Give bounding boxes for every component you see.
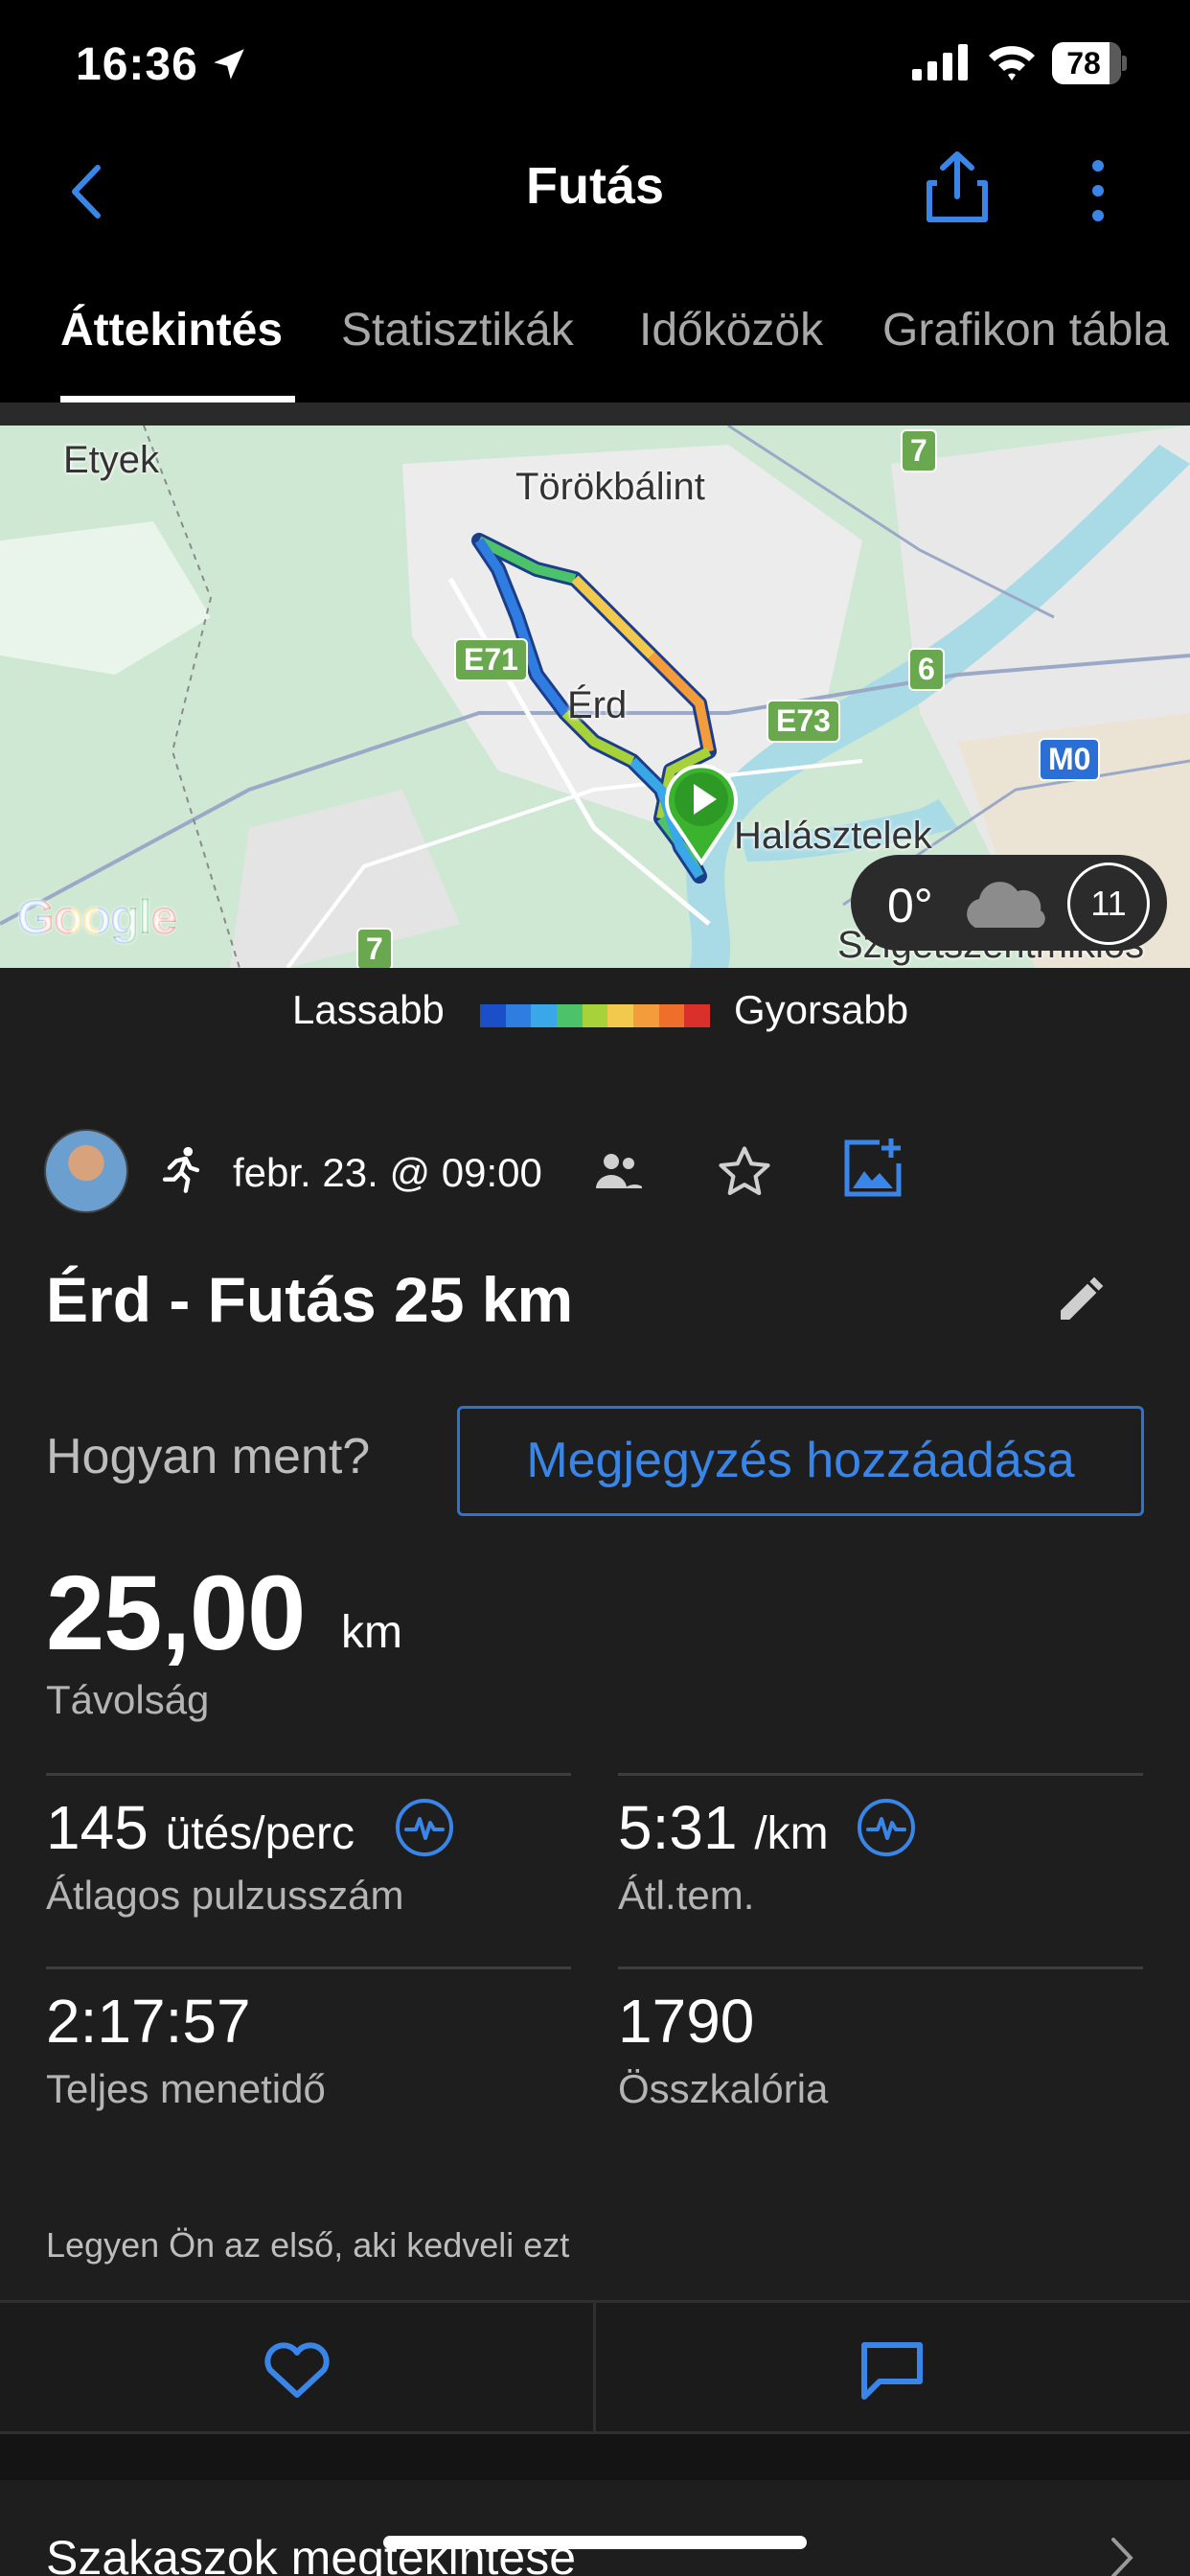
avg-pace-stat: 5:31 /km — [618, 1792, 829, 1863]
distance-label: Távolság — [46, 1677, 210, 1722]
tab-intervals[interactable]: Időközök — [639, 304, 823, 356]
map-place-label: Érd — [567, 684, 628, 726]
avg-hr-value: 145 — [46, 1793, 149, 1862]
map-place-label: Törökbálint — [515, 466, 705, 508]
avg-hr-label: Átlagos pulzusszám — [46, 1873, 404, 1918]
pace-fast-label: Gyorsabb — [734, 987, 909, 1032]
people-icon[interactable] — [592, 1150, 644, 1192]
road-shield: E71 — [454, 638, 528, 681]
weather-temperature: 0° — [887, 879, 933, 932]
status-bar: 16:36 78 — [0, 0, 1190, 129]
like-heart-icon[interactable] — [259, 2341, 335, 2399]
page-title: Futás — [525, 157, 665, 215]
divider — [618, 1773, 1143, 1776]
distance-unit: km — [341, 1607, 402, 1658]
pace-gradient-bar — [480, 1004, 711, 1027]
share-button[interactable] — [924, 149, 991, 225]
home-indicator — [383, 2536, 807, 2549]
view-segments-row[interactable]: Szakaszok megtekintése — [0, 2480, 1190, 2576]
pace-color-swatch — [684, 1004, 711, 1027]
location-arrow-icon — [214, 49, 244, 80]
pace-color-swatch — [658, 1004, 685, 1027]
chevron-right-icon — [1111, 2538, 1133, 2576]
pace-color-swatch — [505, 1004, 532, 1027]
weather-badge: 0° 11 — [851, 855, 1167, 951]
status-time: 16:36 — [76, 39, 198, 90]
wind-indicator-icon: 11 — [1067, 862, 1150, 945]
cloud-icon — [967, 882, 1045, 928]
wifi-icon — [989, 46, 1035, 80]
avatar[interactable] — [44, 1129, 128, 1213]
wind-speed: 11 — [1090, 884, 1127, 923]
google-attribution: Google — [17, 890, 177, 944]
avg-hr-unit: ütés/perc — [165, 1808, 355, 1859]
distance-value: 25,00 — [46, 1554, 306, 1672]
activity-title: Érd - Futás 25 km — [46, 1264, 574, 1335]
pace-color-swatch — [480, 1004, 506, 1027]
avg-pace-label: Átl.tem. — [618, 1873, 755, 1918]
road-shield: 7 — [901, 429, 937, 472]
pace-legend: Lassabb Gyorsabb — [0, 968, 1190, 1054]
pace-color-swatch — [633, 1004, 659, 1027]
more-options-button[interactable] — [1077, 154, 1119, 227]
comment-icon[interactable] — [858, 2339, 926, 2401]
divider — [46, 1773, 571, 1776]
pace-color-swatch — [582, 1004, 608, 1027]
pace-color-swatch — [557, 1004, 583, 1027]
road-shield: 6 — [908, 648, 945, 691]
add-note-button[interactable]: Megjegyzés hozzáadása — [457, 1406, 1144, 1516]
like-prompt: Legyen Ön az első, aki kedveli ezt — [46, 2225, 570, 2265]
pace-color-swatch — [607, 1004, 634, 1027]
avg-hr-stat: 145 ütés/perc — [46, 1792, 355, 1863]
divider — [593, 2303, 596, 2431]
battery-level: 78 — [1066, 46, 1101, 80]
social-action-bar — [0, 2300, 1190, 2434]
add-photo-icon[interactable] — [841, 1137, 904, 1200]
tab-statistics[interactable]: Statisztikák — [341, 304, 574, 356]
start-marker-icon — [665, 764, 738, 866]
active-tab-indicator — [60, 396, 295, 402]
divider — [618, 1966, 1143, 1969]
activity-date: febr. 23. @ 09:00 — [233, 1150, 542, 1195]
pace-color-swatch — [531, 1004, 558, 1027]
calories-label: Összkalória — [618, 2066, 829, 2111]
section-gap — [0, 2434, 1190, 2480]
pace-slow-label: Lassabb — [292, 987, 445, 1032]
divider — [46, 1966, 571, 1969]
running-icon — [162, 1146, 200, 1193]
total-time-label: Teljes menetidő — [46, 2066, 326, 2111]
road-shield: 7 — [356, 928, 393, 968]
feel-prompt: Hogyan ment? — [46, 1429, 371, 1484]
avg-pace-unit: /km — [754, 1808, 829, 1859]
road-shield: M0 — [1039, 738, 1101, 781]
tab-bar: Áttekintés Statisztikák Időközök Grafiko… — [0, 254, 1190, 402]
avg-pace-value: 5:31 — [618, 1793, 738, 1862]
total-time-value: 2:17:57 — [46, 1987, 251, 2056]
cellular-signal-icon — [912, 44, 968, 80]
road-shield: E73 — [767, 700, 840, 743]
calories-value: 1790 — [618, 1987, 755, 2056]
divider — [0, 402, 1190, 426]
nav-bar: Futás — [0, 129, 1190, 254]
star-icon[interactable] — [715, 1142, 774, 1202]
google-logo: Google — [17, 889, 177, 945]
activity-meta-row: febr. 23. @ 09:00 — [0, 1121, 1190, 1227]
map-place-label: Halásztelek — [734, 815, 932, 857]
pace-chart-icon[interactable] — [857, 1798, 916, 1857]
battery-icon: 78 — [1052, 42, 1127, 84]
heart-rate-chart-icon[interactable] — [395, 1798, 454, 1857]
map-place-label: Etyek — [63, 439, 160, 481]
tab-overview[interactable]: Áttekintés — [60, 304, 283, 356]
route-map[interactable]: Etyek Törökbálint Érd Halásztelek Sziget… — [0, 426, 1190, 968]
tab-charts[interactable]: Grafikon tábla — [882, 304, 1169, 356]
edit-pencil-icon[interactable] — [1054, 1273, 1108, 1326]
